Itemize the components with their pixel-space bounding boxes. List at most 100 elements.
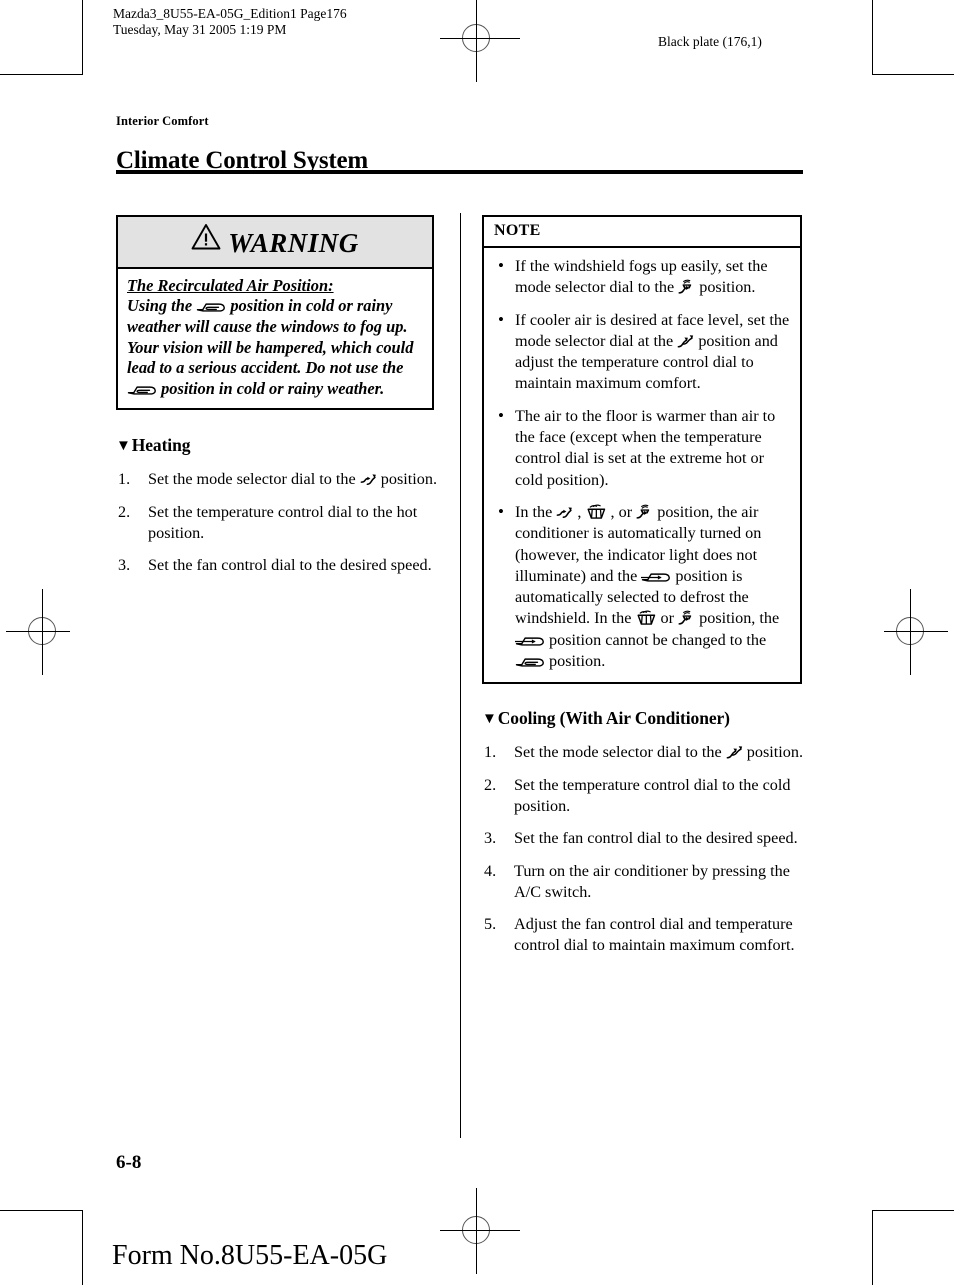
airflow-defrost-icon <box>586 504 607 520</box>
print-job-date: Tuesday, May 31 2005 1:19 PM <box>113 22 287 37</box>
section-heading-cooling: ▼Cooling (With Air Conditioner) <box>482 708 804 729</box>
list-item: • If cooler air is desired at face level,… <box>492 310 792 395</box>
list-item: • The air to the floor is warmer than air… <box>492 406 792 491</box>
recirculated-air-icon <box>515 655 545 670</box>
step-number: 2. <box>118 502 131 521</box>
bullet-glyph: • <box>498 405 504 425</box>
warning-triangle-icon <box>191 223 221 255</box>
list-item: • If the windshield fogs up easily, set t… <box>492 256 792 299</box>
note-text: position, the <box>695 609 780 628</box>
right-column: NOTE • If the windshield fogs up easily, … <box>482 215 804 957</box>
crop-rule-left-top <box>82 0 83 75</box>
title-divider <box>116 170 803 174</box>
step-text: Adjust the fan control dial and temperat… <box>514 915 795 955</box>
crop-rule-topright <box>872 74 954 75</box>
step-number: 5. <box>484 915 497 934</box>
list-item: 1. Set the mode selector dial to the posi… <box>116 469 438 490</box>
list-item: 3. Set the fan control dial to the desire… <box>116 555 438 576</box>
list-item: 5. Adjust the fan control dial and temper… <box>482 914 804 957</box>
step-text: Turn on the air conditioner by pressing … <box>514 861 790 901</box>
note-text: position. <box>545 652 606 671</box>
warning-body: The Recirculated Air Position: Using the… <box>118 269 432 409</box>
warning-box: WARNING The Recirculated Air Position: U… <box>116 215 434 411</box>
list-item: 2. Set the temperature control dial to th… <box>116 502 438 545</box>
bullet-glyph: • <box>498 501 504 521</box>
step-number: 1. <box>484 743 497 762</box>
fresh-air-icon <box>641 570 671 585</box>
left-column: WARNING The Recirculated Air Position: U… <box>116 215 438 577</box>
warning-header: WARNING <box>118 217 432 269</box>
step-text-after: position. <box>376 470 437 489</box>
column-divider <box>460 213 461 1138</box>
crop-rule-topleft <box>0 74 82 75</box>
note-text: The air to the floor is warmer than air … <box>515 406 776 489</box>
section-heading-cooling-label: Cooling (With Air Conditioner) <box>497 708 730 729</box>
chapter-tag: Interior Comfort <box>116 114 209 128</box>
section-heading-heating-label: Heating <box>131 435 191 456</box>
airflow-defrost-floor-icon <box>678 279 695 295</box>
page-folio: 6-8 <box>116 1152 142 1173</box>
crop-rule-bottomright <box>872 1210 954 1211</box>
step-number: 3. <box>484 829 497 848</box>
step-number: 1. <box>118 470 131 489</box>
airflow-defrost-floor-icon <box>636 504 653 520</box>
registration-mark-right <box>868 589 954 675</box>
note-text: position cannot be changed to the <box>545 630 767 649</box>
print-job-id: Mazda3_8U55-EA-05G_Edition1 Page176 <box>113 6 347 21</box>
form-number: Form No.8U55-EA-05G <box>112 1240 388 1271</box>
note-text: In the <box>515 502 557 521</box>
section-marker-icon: ▼ <box>482 711 497 728</box>
airflow-face-icon <box>726 745 743 760</box>
airflow-defrost-icon <box>636 610 657 626</box>
step-text-before: Set the mode selector dial to the <box>148 470 360 489</box>
note-text: position. <box>695 278 756 297</box>
list-item: 1. Set the mode selector dial to the posi… <box>482 742 804 763</box>
note-body: • If the windshield fogs up easily, set t… <box>484 248 800 682</box>
warning-text-part1: Using the <box>127 296 197 316</box>
airflow-face-icon <box>677 334 694 349</box>
registration-mark-top <box>434 0 520 82</box>
list-item: 2. Set the temperature control dial to th… <box>482 775 804 818</box>
black-plate-label: Black plate (176,1) <box>658 34 762 49</box>
fresh-air-icon <box>514 634 545 649</box>
warning-subheading: The Recirculated Air Position: <box>127 275 334 295</box>
airflow-defrost-floor-icon <box>678 610 695 626</box>
airflow-face-floor-icon <box>556 505 573 520</box>
step-text: Set the fan control dial to the desired … <box>514 829 798 848</box>
list-item: 3. Set the fan control dial to the desire… <box>482 828 804 849</box>
bullet-glyph: • <box>498 309 504 329</box>
heating-steps: 1. Set the mode selector dial to the posi… <box>116 469 438 576</box>
airflow-face-floor-icon <box>360 472 377 487</box>
crop-rule-right-top <box>872 0 873 75</box>
step-number: 3. <box>118 556 131 575</box>
warning-text-part3: position in cold or rainy weather. <box>157 378 385 398</box>
step-text: Set the fan control dial to the desired … <box>148 556 432 575</box>
recirculated-air-icon <box>196 300 226 315</box>
crop-rule-left-bottom <box>82 1210 83 1285</box>
recirculated-air-icon <box>127 383 157 398</box>
note-text: , <box>573 502 586 521</box>
step-text-before: Set the mode selector dial to the <box>514 743 726 762</box>
registration-mark-left <box>0 589 86 675</box>
step-text: Set the temperature control dial to the … <box>514 775 791 815</box>
cooling-steps: 1. Set the mode selector dial to the posi… <box>482 742 804 956</box>
step-number: 2. <box>484 775 497 794</box>
note-text: , or <box>606 502 637 521</box>
section-heading-heating: ▼Heating <box>116 435 438 456</box>
list-item: 4. Turn on the air conditioner by pressin… <box>482 861 804 904</box>
note-box: NOTE • If the windshield fogs up easily, … <box>482 215 802 685</box>
crop-rule-right-bottom <box>872 1210 873 1285</box>
step-text: Set the temperature control dial to the … <box>148 502 418 542</box>
list-item: • In the , , or position, the air condit… <box>492 502 792 672</box>
manual-page: Mazda3_8U55-EA-05G_Edition1 Page176 Tues… <box>0 0 954 1285</box>
note-text: or <box>656 609 679 628</box>
step-text-after: position. <box>742 743 803 762</box>
section-marker-icon: ▼ <box>116 438 131 455</box>
print-job-slug: Mazda3_8U55-EA-05G_Edition1 Page176 Tues… <box>113 6 347 38</box>
bullet-glyph: • <box>498 256 504 275</box>
crop-rule-bottomleft <box>0 1210 82 1211</box>
step-number: 4. <box>484 861 497 880</box>
warning-heading: WARNING <box>228 227 359 258</box>
note-heading: NOTE <box>484 217 800 248</box>
registration-mark-bottom <box>434 1188 520 1274</box>
